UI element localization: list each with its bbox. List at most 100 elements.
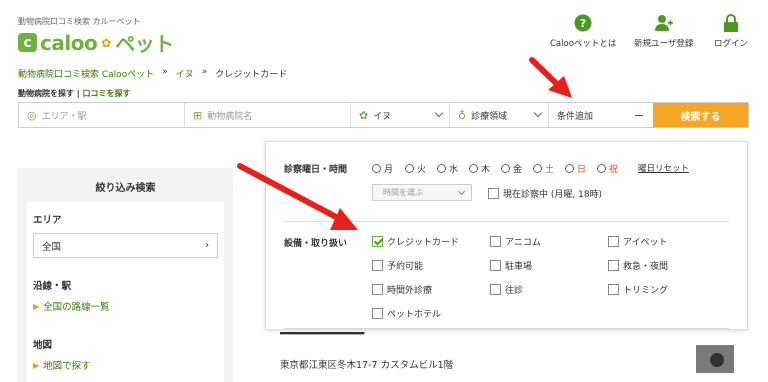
listing-title-fragment[interactable]: ━━━━━━━━━━ — [280, 330, 460, 338]
facility-ipet[interactable]: アイペット — [608, 235, 668, 248]
nav-register[interactable]: 新規ユーザ登録 — [634, 14, 693, 49]
area-input[interactable]: ◎ エリア・駅 — [19, 103, 185, 127]
find-reviews-link[interactable]: 口コミを探す — [83, 89, 131, 98]
stethoscope-icon: ♁ — [458, 108, 467, 122]
area-select[interactable]: 全国 › — [33, 233, 218, 258]
facility-option-label: 往診 — [505, 286, 524, 296]
chevron-right-icon: › — [205, 240, 209, 251]
radio-circle — [597, 164, 606, 173]
line-list-link-label: 全国の路線一覧 — [43, 302, 110, 313]
day-label: 金 — [513, 165, 523, 175]
radio-circle — [565, 164, 574, 173]
site-logo[interactable]: c caloo ✿ ペット — [18, 28, 174, 57]
facility-option-label: ペットホテル — [387, 310, 442, 320]
checkbox-box — [372, 260, 383, 271]
day-label: 日 — [577, 165, 587, 175]
animal-select[interactable]: ✿ イヌ — [351, 103, 450, 127]
day-radio-tue[interactable]: 火 — [405, 162, 426, 175]
facility-reservation[interactable]: 予約可能 — [372, 259, 423, 272]
radio-circle — [533, 164, 542, 173]
site-header: 動物病院口コミ検索 カルーペット c caloo ✿ ペット ? Calooペッ… — [0, 0, 768, 62]
facility-emergency[interactable]: 救急・夜間 — [608, 259, 668, 272]
open-now-label: 現在診察中 (月曜, 18時) — [503, 190, 603, 200]
facility-option-label: 駐車場 — [505, 262, 533, 272]
animal-value: イヌ — [373, 111, 392, 122]
breadcrumb: 動物病院口コミ検索 Calooペット » イヌ » クレジットカード — [18, 67, 287, 80]
logo-mark: c — [18, 33, 37, 52]
search-button[interactable]: 検索する — [653, 103, 748, 127]
checkbox-box — [490, 284, 501, 295]
day-label: 月 — [384, 165, 394, 175]
day-reset-link[interactable]: 曜日リセット — [638, 162, 689, 174]
breadcrumb-home[interactable]: 動物病院口コミ検索 Calooペット — [18, 67, 154, 80]
facility-pet-hotel[interactable]: ペットホテル — [372, 307, 441, 320]
radio-circle — [372, 164, 381, 173]
facility-trimming[interactable]: トリミング — [608, 283, 668, 296]
facility-credit-card[interactable]: クレジットカード — [372, 235, 459, 248]
checkbox-box — [372, 284, 383, 295]
filter-sidebar: 絞り込み検索 エリア 全国 › 沿線・駅 ▶ 全国の路線一覧 地図 ▶ 地図で探… — [18, 168, 233, 382]
chevron-down-icon — [457, 187, 466, 196]
add-conditions-toggle[interactable]: 条件追加 — [549, 103, 653, 127]
open-now-checkbox[interactable]: 現在診察中 (月曜, 18時) — [488, 187, 602, 200]
facility-house-call[interactable]: 往診 — [490, 283, 523, 296]
site-tagline: 動物病院口コミ検索 カルーペット — [18, 17, 141, 26]
nav-about[interactable]: ? Calooペットとは — [550, 14, 616, 49]
logo-text: caloo — [40, 30, 98, 55]
checkbox-box — [372, 308, 383, 319]
paw-icon: ✿ — [359, 108, 369, 122]
line-list-link[interactable]: ▶ 全国の路線一覧 — [33, 299, 218, 314]
day-radio-fri[interactable]: 金 — [501, 162, 522, 175]
day-radio-thu[interactable]: 木 — [469, 162, 490, 175]
breadcrumb-separator: » — [162, 67, 168, 77]
find-hospital-tab[interactable]: 動物病院を探す — [18, 89, 74, 98]
area-placeholder: エリア・駅 — [41, 111, 87, 122]
nav-login-label: ログイン — [714, 39, 749, 49]
day-label: 水 — [449, 165, 459, 175]
chevron-down-icon — [533, 108, 543, 118]
facility-after-hours[interactable]: 時間外診療 — [372, 283, 432, 296]
add-conditions-label: 条件追加 — [557, 111, 594, 122]
day-radio-sun[interactable]: 日 — [565, 162, 586, 175]
day-radio-wed[interactable]: 水 — [437, 162, 458, 175]
facility-anicom[interactable]: アニコム — [490, 235, 541, 248]
checkbox-box — [490, 260, 501, 271]
map-search-link-label: 地図で探す — [43, 361, 91, 372]
radio-circle — [501, 164, 510, 173]
breadcrumb-animal[interactable]: イヌ — [176, 67, 194, 80]
checkbox-box — [608, 260, 619, 271]
help-icon: ? — [574, 14, 592, 32]
checkbox-box — [490, 236, 501, 247]
listing-photo[interactable] — [696, 345, 734, 373]
checkbox-checked — [372, 236, 383, 247]
day-radio-holiday[interactable]: 祝 — [597, 162, 618, 175]
map-search-link[interactable]: ▶ 地図で探す — [33, 358, 218, 373]
checkbox-box — [608, 284, 619, 295]
day-radio-mon[interactable]: 月 — [372, 162, 393, 175]
day-radio-sat[interactable]: 土 — [533, 162, 554, 175]
location-pin-icon: ◎ — [27, 108, 37, 122]
panel-divider — [284, 328, 729, 329]
photo-shape — [710, 353, 724, 367]
checkbox-box — [608, 236, 619, 247]
field-select[interactable]: ♁ 診療領域 — [450, 103, 549, 127]
radio-circle — [437, 164, 446, 173]
radio-circle — [405, 164, 414, 173]
hospital-name-input[interactable]: ⊞ 動物病院名 — [185, 103, 351, 127]
add-user-icon — [654, 15, 673, 31]
logo-subtext: ペット — [115, 32, 174, 56]
facility-parking[interactable]: 駐車場 — [490, 259, 532, 272]
breadcrumb-separator: » — [201, 67, 208, 77]
map-label: 地図 — [33, 340, 53, 351]
facility-label: 設備・取り扱い — [284, 239, 348, 249]
collapse-icon — [635, 115, 643, 116]
paw-icon: ✿ — [101, 35, 112, 50]
time-select[interactable]: 時間を選ぶ — [372, 184, 472, 201]
subnav-separator: | — [76, 89, 80, 98]
nav-about-label: Calooペットとは — [550, 39, 617, 49]
search-mode-nav: 動物病院を探す | 口コミを探す — [18, 88, 131, 99]
facility-option-label: クレジットカード — [387, 238, 460, 248]
radio-circle — [469, 164, 478, 173]
facility-option-label: 時間外診療 — [387, 286, 433, 296]
nav-login[interactable]: ログイン — [714, 14, 748, 49]
